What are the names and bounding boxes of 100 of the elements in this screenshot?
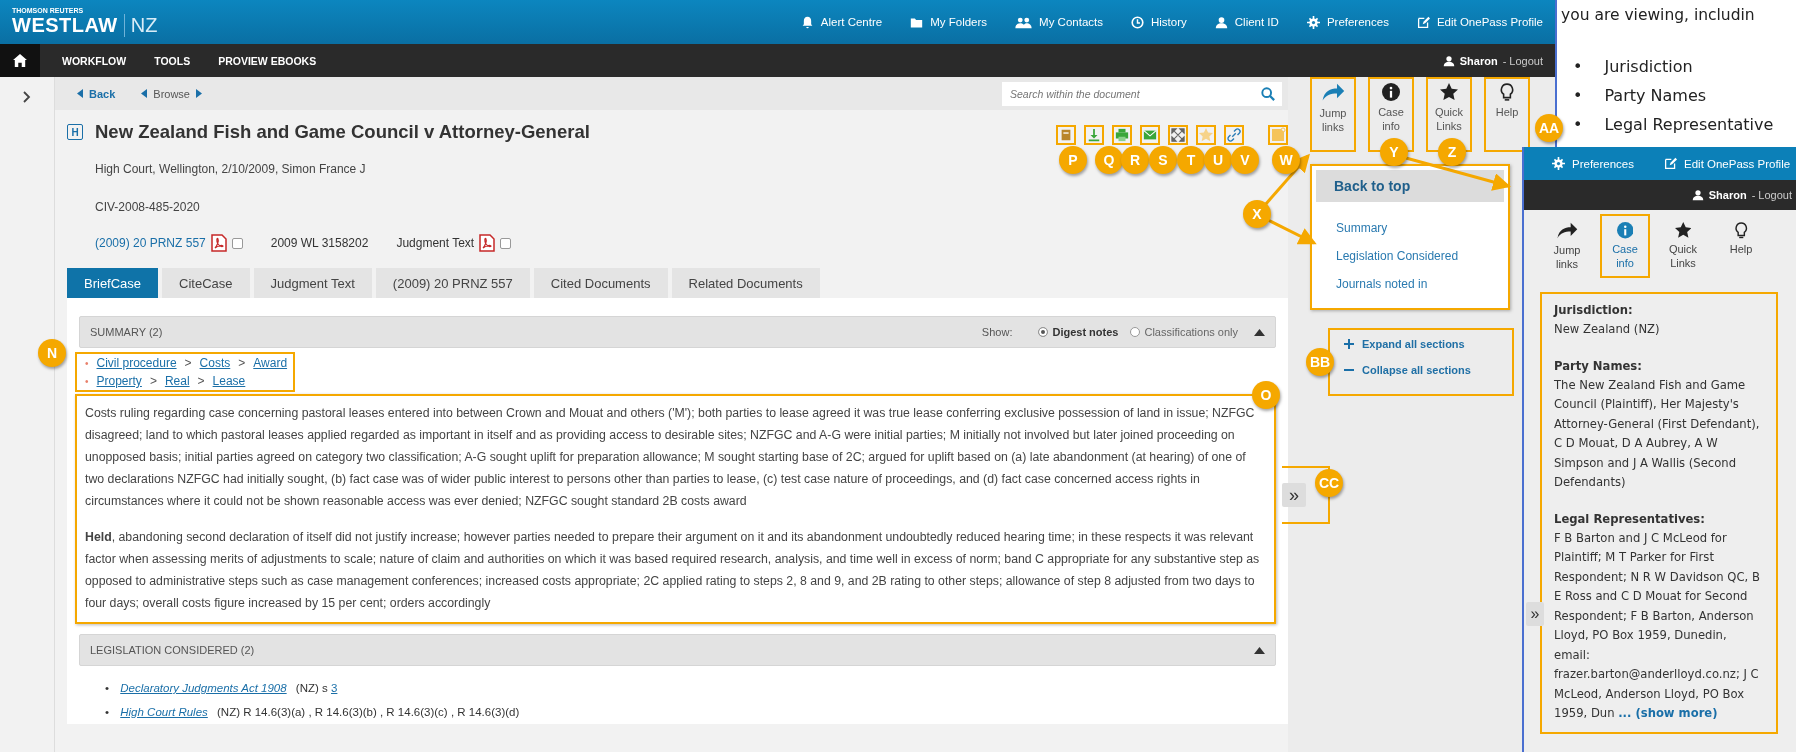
caret-right-icon[interactable] bbox=[196, 89, 202, 98]
classification-link[interactable]: Real bbox=[164, 374, 190, 388]
sidebar-tool-button[interactable]: Jump links bbox=[1542, 214, 1592, 278]
header-link[interactable]: Preferences bbox=[1552, 157, 1634, 170]
header-link[interactable]: Edit OnePass Profile bbox=[1664, 157, 1791, 170]
legislation-detail: (NZ) R 14.6(3)(a) , R 14.6(3)(b) , R 14.6(3)(c) , R 14.6(3)(d) bbox=[217, 706, 520, 718]
person-icon bbox=[1442, 54, 1455, 67]
chevron-right-icon[interactable] bbox=[23, 91, 31, 103]
citation-text: Judgment Text bbox=[396, 236, 475, 250]
classification-link[interactable]: Lease bbox=[212, 374, 246, 388]
header-link[interactable]: My Folders bbox=[910, 15, 988, 29]
sidebar-tool-button[interactable]: Help bbox=[1484, 77, 1530, 152]
collapse-panel-button[interactable]: » bbox=[1526, 602, 1544, 626]
download-icon bbox=[1087, 128, 1101, 142]
section-control-link[interactable]: Collapse all sections bbox=[1344, 364, 1498, 376]
tab[interactable]: (2009) 20 PRNZ 557 bbox=[375, 268, 530, 298]
classification-link[interactable]: Civil procedure bbox=[96, 356, 177, 370]
collapse-icon[interactable] bbox=[1254, 646, 1265, 654]
clock-icon bbox=[1131, 15, 1144, 29]
tab[interactable]: Related Documents bbox=[671, 268, 820, 298]
star-icon bbox=[1674, 222, 1692, 239]
separator: > bbox=[184, 356, 192, 370]
tab[interactable]: CiteCase bbox=[162, 268, 250, 298]
toolbar-button[interactable] bbox=[1112, 125, 1132, 145]
browse-label: Browse bbox=[153, 87, 190, 100]
toolbar-button[interactable] bbox=[1056, 125, 1076, 145]
person-icon bbox=[1214, 15, 1228, 29]
court-line: High Court, Wellington, 2/10/2009, Simon France J bbox=[94, 161, 366, 178]
classification-link[interactable]: Costs bbox=[199, 356, 231, 370]
pdf-icon[interactable] bbox=[479, 234, 496, 252]
settings-icon bbox=[1552, 157, 1565, 170]
tab[interactable]: BriefCase bbox=[67, 268, 159, 298]
header-link[interactable]: My Contacts bbox=[1015, 15, 1103, 29]
menu-link[interactable]: Summary bbox=[1318, 214, 1502, 242]
sidebar-tool-button[interactable]: Quick Links bbox=[1658, 214, 1708, 278]
toolbar-button[interactable] bbox=[1224, 125, 1244, 145]
classification-link[interactable]: Award bbox=[253, 356, 288, 370]
digest-paragraph: Held, abandoning second declaration of itself did not justify increase; however parties needed to prepare their argument on it and its abandonment undoubtedly reduced hearing time; in these respects it was relevant factor when assessing merits of adjustments to scale; nature of claim and authorities on which it was based required research, analysis, and time well in excess of norm; band C appropriate for any substantive step as opposed to administrative steps such as case management conferences; increased costs appropriate; 2C applied rating to steps 2, 8 and 9, and 2B rating to other steps; allowance of step 8 adjusted from two days to four days; overall costs figure increased by 15 per cent; orders accordingly bbox=[85, 529, 1261, 612]
nav-item[interactable]: TOOLS bbox=[140, 54, 205, 67]
brand-name: WESTLAW bbox=[12, 14, 125, 37]
star-icon bbox=[1440, 83, 1458, 101]
section-title: LEGISLATION CONSIDERED (2) bbox=[90, 644, 255, 656]
menu-link[interactable]: Legislation Considered bbox=[1318, 242, 1502, 270]
logout-link[interactable]: - Logout bbox=[1502, 54, 1543, 67]
slide-bullet: Jurisdiction bbox=[1604, 57, 1693, 76]
home-button[interactable] bbox=[0, 44, 40, 77]
section-control-link[interactable]: Expand all sections bbox=[1344, 338, 1498, 350]
settings-icon bbox=[1306, 15, 1320, 29]
bullet-marker: • bbox=[85, 357, 89, 369]
expand-icon bbox=[1171, 128, 1185, 142]
caret-left-icon[interactable] bbox=[141, 89, 148, 98]
menu-title[interactable]: Back to top bbox=[1316, 170, 1504, 202]
print-icon bbox=[1115, 128, 1129, 142]
show-more-link[interactable]: ... (show more) bbox=[1618, 706, 1718, 720]
people-icon bbox=[1015, 15, 1033, 29]
checkbox[interactable] bbox=[500, 237, 512, 249]
tab[interactable]: Cited Documents bbox=[533, 268, 668, 298]
citation-link[interactable]: (2009) 20 PRNZ 557 bbox=[95, 236, 206, 250]
mail-icon bbox=[1143, 128, 1157, 142]
legislation-link[interactable]: High Court Rules bbox=[120, 706, 208, 718]
tab[interactable]: Judgment Text bbox=[253, 268, 372, 298]
logout-link[interactable]: - Logout bbox=[1751, 189, 1792, 201]
sidebar-tool-button[interactable]: Jump links bbox=[1310, 77, 1356, 152]
classification-link[interactable]: Property bbox=[96, 374, 142, 388]
header-link[interactable]: Alert Centre bbox=[800, 15, 883, 29]
link-icon bbox=[1227, 128, 1241, 142]
bullet-marker: • bbox=[105, 706, 110, 718]
legislation-link[interactable]: Declaratory Judgments Act 1908 bbox=[120, 682, 287, 694]
header-link[interactable]: Edit OnePass Profile bbox=[1416, 15, 1543, 29]
edit-icon bbox=[1664, 157, 1677, 170]
menu-link[interactable]: Journals noted in bbox=[1318, 270, 1502, 298]
bell-icon bbox=[800, 15, 814, 29]
header-link[interactable]: Preferences bbox=[1306, 15, 1389, 29]
section-link[interactable]: 3 bbox=[331, 682, 338, 694]
document-icon bbox=[1059, 128, 1073, 142]
checkbox[interactable] bbox=[231, 237, 243, 249]
sidebar-tool-button[interactable]: Case info bbox=[1600, 214, 1650, 278]
radio-option[interactable]: Digest notes bbox=[1038, 326, 1119, 338]
bullet-marker: • bbox=[1573, 115, 1583, 134]
collapse-panel-button[interactable]: » bbox=[1282, 483, 1306, 507]
nav-item[interactable]: PROVIEW EBOOKS bbox=[204, 54, 331, 67]
search-field[interactable]: Search within the document bbox=[1002, 81, 1254, 106]
header-link[interactable]: History bbox=[1131, 15, 1187, 29]
back-link[interactable]: Back bbox=[77, 87, 116, 100]
info-heading: Legal Representatives: bbox=[1554, 510, 1706, 528]
collapse-icon[interactable] bbox=[1254, 328, 1265, 336]
nav-item[interactable]: WORKFLOW bbox=[48, 54, 141, 67]
sidebar-tool-button[interactable]: Help bbox=[1716, 214, 1766, 278]
toolbar-button[interactable] bbox=[1084, 125, 1104, 145]
pdf-icon[interactable] bbox=[210, 234, 227, 252]
separator: > bbox=[238, 356, 246, 370]
toolbar-button[interactable] bbox=[1168, 125, 1188, 145]
document-title: New Zealand Fish and Game Council v Attorney-General bbox=[95, 121, 590, 143]
radio-option[interactable]: Classifications only bbox=[1130, 326, 1238, 338]
search-button[interactable] bbox=[1254, 81, 1282, 106]
slide-bullet: Party Names bbox=[1604, 86, 1707, 105]
star-icon bbox=[1199, 128, 1213, 142]
toolbar-button[interactable] bbox=[1140, 125, 1160, 145]
header-link[interactable]: Client ID bbox=[1214, 15, 1279, 29]
citation-text: 2009 WL 3158202 bbox=[270, 236, 369, 250]
